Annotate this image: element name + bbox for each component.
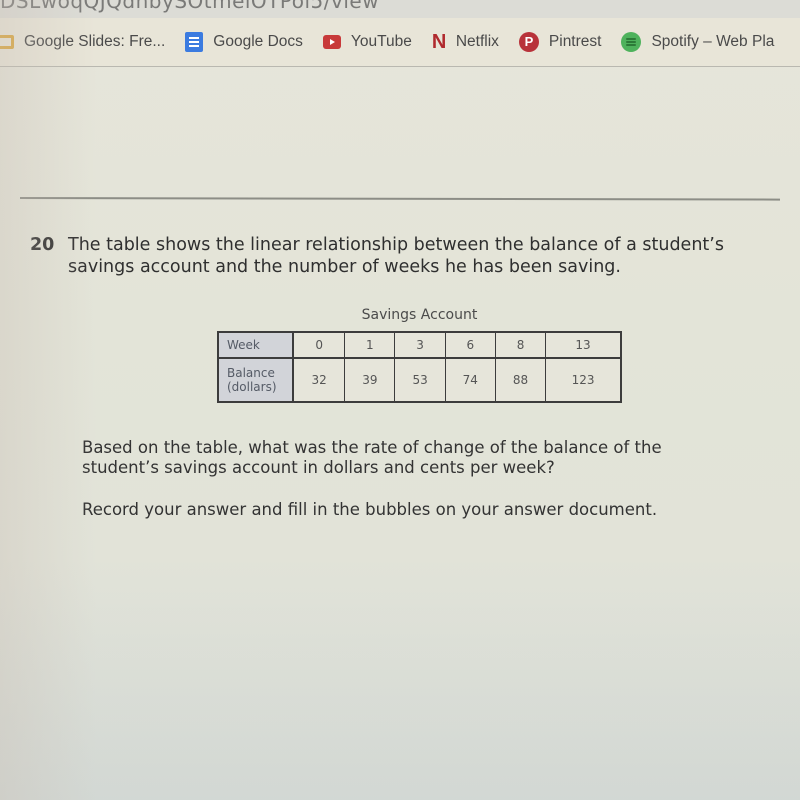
table-row-week: Week 0 1 3 6 8 13	[217, 331, 622, 359]
google-slides-icon	[0, 35, 14, 49]
week-cell: 1	[344, 331, 396, 359]
balance-cell: 123	[545, 357, 622, 403]
savings-account-table: Week 0 1 3 6 8 13 Balance (dollars) 32 39…	[217, 331, 622, 403]
bookmark-label: YouTube	[350, 33, 412, 50]
balance-cell: 88	[494, 357, 547, 403]
spotify-icon	[621, 32, 642, 52]
week-cell: 6	[444, 331, 496, 359]
balance-header-line1: Balance	[227, 366, 275, 380]
address-bar[interactable]: DSLwoqQJQdnbySOtmelOTPol5/view	[0, 0, 800, 18]
week-cell: 13	[545, 331, 622, 359]
week-cell: 0	[292, 331, 346, 359]
pinterest-icon: P	[518, 32, 539, 52]
bookmarks-bar: Google Slides: Fre... Google Docs YouTub…	[0, 18, 800, 67]
table-row-balance: Balance (dollars) 32 39 53 74 88 123	[217, 357, 622, 403]
bookmark-label: Pintrest	[548, 33, 602, 50]
answer-instruction: Record your answer and fill in the bubbl…	[82, 500, 658, 519]
week-cell: 3	[394, 331, 446, 359]
netflix-icon: N	[431, 30, 447, 53]
balance-cell: 39	[344, 357, 396, 403]
bookmark-netflix[interactable]: N Netflix	[432, 31, 499, 54]
row-header-balance: Balance (dollars)	[217, 357, 294, 403]
bookmark-label: Google Docs	[213, 33, 303, 50]
balance-cell: 74	[444, 357, 496, 403]
bookmark-google-slides[interactable]: Google Slides: Fre...	[0, 33, 165, 51]
bookmark-label: Google Slides: Fre...	[24, 33, 166, 50]
youtube-icon	[322, 35, 341, 49]
question-number: 20	[30, 235, 55, 255]
row-header-week: Week	[217, 331, 294, 359]
week-cell: 8	[494, 331, 547, 359]
bookmark-pinterest[interactable]: P Pintrest	[518, 32, 602, 52]
google-docs-icon	[185, 32, 204, 52]
balance-cell: 53	[394, 357, 446, 403]
section-divider	[19, 197, 781, 201]
bookmark-label: Spotify – Web Pla	[651, 33, 775, 50]
bookmark-label: Netflix	[455, 33, 499, 50]
question-text: The table shows the linear relationship …	[68, 235, 724, 277]
bookmark-spotify[interactable]: Spotify – Web Pla	[621, 32, 774, 52]
bookmark-youtube[interactable]: YouTube	[322, 33, 412, 51]
balance-header-line2: (dollars)	[227, 380, 277, 394]
question-stem: 20 The table shows the linear relationsh…	[30, 234, 770, 278]
question-prompt: Based on the table, what was the rate of…	[82, 438, 662, 477]
table-caption: Savings Account	[361, 307, 478, 323]
url-text: DSLwoqQJQdnbySOtmelOTPol5/view	[0, 0, 380, 13]
balance-cell: 32	[292, 357, 346, 403]
bookmark-google-docs[interactable]: Google Docs	[185, 32, 303, 52]
